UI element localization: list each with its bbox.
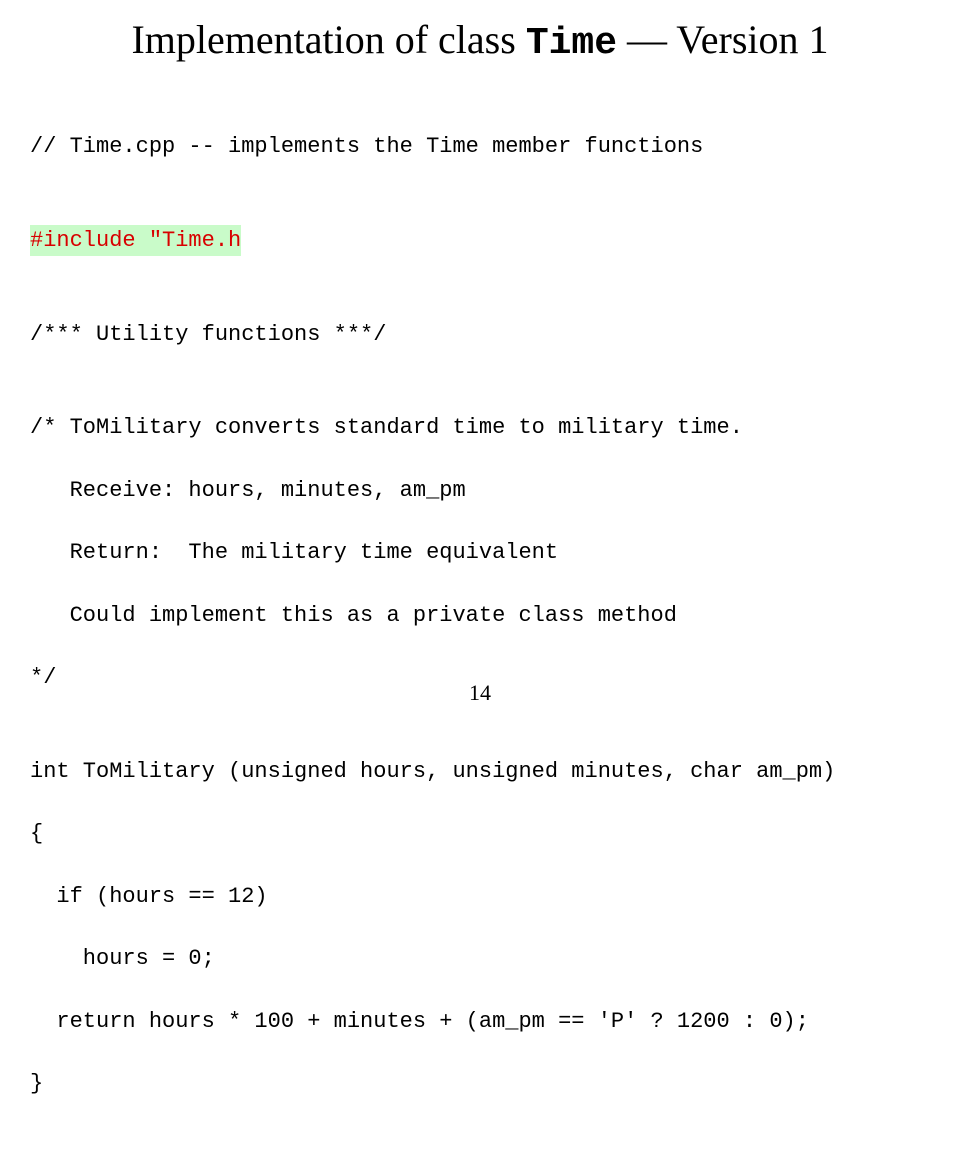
slide: Implementation of class Time — Version 1… xyxy=(0,0,960,720)
code-line: Receive: hours, minutes, am_pm xyxy=(30,475,930,506)
title-post: — Version 1 xyxy=(617,17,828,62)
code-block: // Time.cpp -- implements the Time membe… xyxy=(30,100,930,1162)
slide-title: Implementation of class Time — Version 1 xyxy=(0,18,960,65)
code-line: return hours * 100 + minutes + (am_pm ==… xyxy=(30,1006,930,1037)
code-line: Return: The military time equivalent xyxy=(30,537,930,568)
title-classname: Time xyxy=(526,22,617,65)
include-directive: #include "Time.h xyxy=(30,225,241,256)
code-line: #include "Time.h xyxy=(30,225,930,256)
code-line: if (hours == 12) xyxy=(30,881,930,912)
title-pre: Implementation of class xyxy=(131,17,525,62)
code-line: /*** Utility functions ***/ xyxy=(30,319,930,350)
page-number: 14 xyxy=(0,680,960,706)
code-line: int ToMilitary (unsigned hours, unsigned… xyxy=(30,756,930,787)
code-line: } xyxy=(30,1068,930,1099)
code-line: /* ToMilitary converts standard time to … xyxy=(30,412,930,443)
code-line: hours = 0; xyxy=(30,943,930,974)
code-line: // Time.cpp -- implements the Time membe… xyxy=(30,131,930,162)
code-line: Could implement this as a private class … xyxy=(30,600,930,631)
code-line: { xyxy=(30,818,930,849)
